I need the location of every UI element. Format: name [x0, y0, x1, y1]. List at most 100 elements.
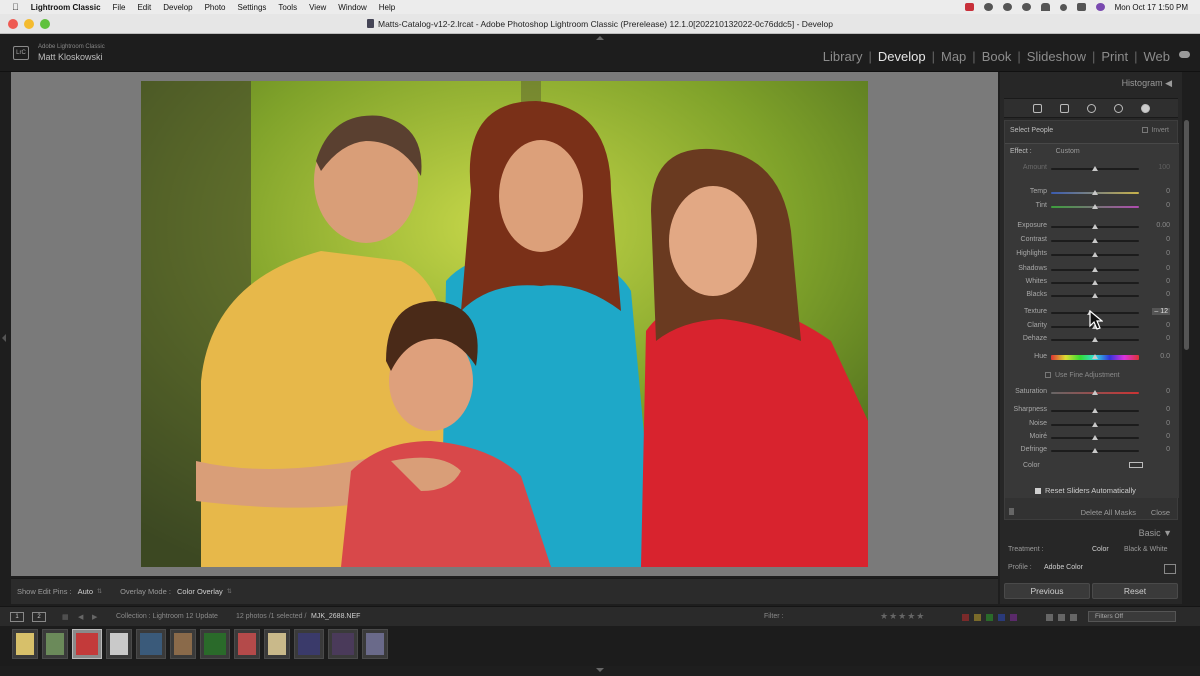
menu-settings[interactable]: Settings	[238, 3, 267, 12]
blacks-slider[interactable]: Blacks 0	[1005, 291, 1179, 301]
histogram-header[interactable]: Histogram ◀	[1122, 78, 1172, 89]
slider-thumb[interactable]	[1092, 422, 1098, 427]
amount-slider[interactable]: Amount 100	[1005, 164, 1179, 174]
slider-track[interactable]	[1051, 252, 1139, 257]
slider-thumb[interactable]	[1092, 204, 1098, 209]
tint-slider[interactable]: Tint 0	[1005, 202, 1179, 212]
effect-preset-select[interactable]: Custom	[1056, 148, 1080, 155]
slider-track[interactable]	[1051, 267, 1139, 272]
menu-help[interactable]: Help	[379, 3, 395, 12]
menu-view[interactable]: View	[309, 3, 326, 12]
slider-value[interactable]: 0	[1166, 446, 1170, 453]
cloud-icon[interactable]	[1179, 51, 1190, 58]
slider-track[interactable]	[1051, 422, 1139, 427]
slider-value[interactable]: 0	[1166, 236, 1170, 243]
menu-edit[interactable]: Edit	[137, 3, 151, 12]
slider-value[interactable]: 0	[1166, 433, 1170, 440]
image-canvas[interactable]	[11, 72, 998, 576]
defringe-slider[interactable]: Defringe 0	[1005, 446, 1179, 456]
masking-icon[interactable]	[1140, 103, 1150, 113]
overlay-mode-select[interactable]: Color Overlay	[177, 587, 223, 596]
hue-slider[interactable]: Hue 0.0	[1005, 353, 1179, 363]
slider-value[interactable]: 0	[1166, 265, 1170, 272]
slider-value[interactable]: 0	[1166, 420, 1170, 427]
view-1-button[interactable]: 1	[10, 612, 24, 622]
basic-panel-header[interactable]: Basic ▼	[1139, 528, 1172, 538]
slider-thumb[interactable]	[1092, 293, 1098, 298]
collapse-bottom-arrow-icon[interactable]	[596, 668, 604, 672]
right-panel-scrollbar[interactable]	[1184, 120, 1189, 350]
view-2-button[interactable]: 2	[32, 612, 46, 622]
minimize-window-button[interactable]	[24, 19, 34, 29]
filmstrip-thumbnail[interactable]	[42, 629, 68, 659]
menu-window[interactable]: Window	[338, 3, 366, 12]
mask-toggle-icon[interactable]	[1009, 508, 1014, 515]
close-window-button[interactable]	[8, 19, 18, 29]
slider-value[interactable]: 0	[1166, 250, 1170, 257]
master-photo-filter[interactable]	[1046, 614, 1053, 621]
menu-photo[interactable]: Photo	[205, 3, 226, 12]
red-label-filter[interactable]	[962, 614, 969, 621]
close-masks-button[interactable]: Close	[1151, 508, 1170, 517]
module-map[interactable]: Map	[941, 49, 966, 64]
slider-track[interactable]	[1051, 224, 1139, 229]
slider-thumb[interactable]	[1092, 435, 1098, 440]
slider-thumb[interactable]	[1092, 337, 1098, 342]
slider-thumb[interactable]	[1092, 408, 1098, 413]
slider-value[interactable]: 0	[1166, 202, 1170, 209]
moir-slider[interactable]: Moiré 0	[1005, 433, 1179, 443]
saturation-slider[interactable]: Saturation 0	[1005, 388, 1179, 398]
module-book[interactable]: Book	[982, 49, 1012, 64]
profile-browser-icon[interactable]	[1164, 564, 1176, 574]
highlights-slider[interactable]: Highlights 0	[1005, 250, 1179, 260]
grid-view-icon[interactable]: ▦	[62, 613, 69, 621]
slider-track[interactable]	[1051, 354, 1139, 360]
slider-thumb[interactable]	[1092, 267, 1098, 272]
edit-pins-select[interactable]: Auto	[78, 587, 93, 596]
reset-sliders-checkbox[interactable]: Reset Sliders Automatically	[1035, 486, 1136, 495]
zoom-window-button[interactable]	[40, 19, 50, 29]
previous-button[interactable]: Previous	[1004, 583, 1090, 599]
slider-value[interactable]: 100	[1158, 164, 1170, 171]
slider-value[interactable]: 0.00	[1156, 222, 1170, 229]
profile-select[interactable]: Adobe Color	[1044, 564, 1083, 571]
menu-clock[interactable]: Mon Oct 17 1:50 PM	[1115, 3, 1188, 12]
menu-develop[interactable]: Develop	[163, 3, 192, 12]
blue-label-filter[interactable]	[998, 614, 1005, 621]
slider-track[interactable]	[1051, 448, 1139, 453]
dehaze-slider[interactable]: Dehaze 0	[1005, 335, 1179, 345]
module-develop[interactable]: Develop	[878, 49, 926, 64]
slider-value[interactable]: 0	[1166, 322, 1170, 329]
virtual-copy-filter[interactable]	[1058, 614, 1065, 621]
green-label-filter[interactable]	[986, 614, 993, 621]
cloud-sync-icon[interactable]	[983, 3, 993, 11]
wifi-icon[interactable]	[1040, 3, 1050, 11]
delete-all-masks-button[interactable]: Delete All Masks	[1081, 508, 1136, 517]
filter-presets-select[interactable]: Filters Off	[1088, 611, 1176, 622]
whites-slider[interactable]: Whites 0	[1005, 278, 1179, 288]
siri-icon[interactable]	[1095, 3, 1105, 11]
slider-value[interactable]: 0	[1166, 406, 1170, 413]
left-panel-arrow-icon[interactable]	[2, 334, 6, 342]
invert-checkbox[interactable]: Invert	[1142, 127, 1169, 134]
play-icon[interactable]	[1002, 3, 1012, 11]
slider-thumb[interactable]	[1092, 354, 1098, 359]
edit-sliders-icon[interactable]	[1032, 103, 1042, 113]
slider-value[interactable]: – 12	[1152, 308, 1170, 315]
apple-icon[interactable]: 	[12, 2, 19, 12]
search-icon[interactable]	[1059, 3, 1067, 11]
collapse-top-arrow-icon[interactable]	[596, 36, 604, 40]
mask-name[interactable]: Select People	[1010, 127, 1053, 134]
module-web[interactable]: Web	[1144, 49, 1171, 64]
exposure-slider[interactable]: Exposure 0.00	[1005, 222, 1179, 232]
shadows-slider[interactable]: Shadows 0	[1005, 265, 1179, 275]
rating-filter-stars[interactable]: ★★★★★	[880, 611, 925, 622]
red-eye-icon[interactable]	[1113, 103, 1123, 113]
filmstrip-thumbnail[interactable]	[294, 629, 324, 659]
slider-value[interactable]: 0.0	[1160, 353, 1170, 360]
filmstrip-thumbnail[interactable]	[362, 629, 388, 659]
slider-thumb[interactable]	[1092, 166, 1098, 171]
slider-value[interactable]: 0	[1166, 335, 1170, 342]
slider-thumb[interactable]	[1092, 448, 1098, 453]
slider-track[interactable]	[1051, 390, 1139, 395]
